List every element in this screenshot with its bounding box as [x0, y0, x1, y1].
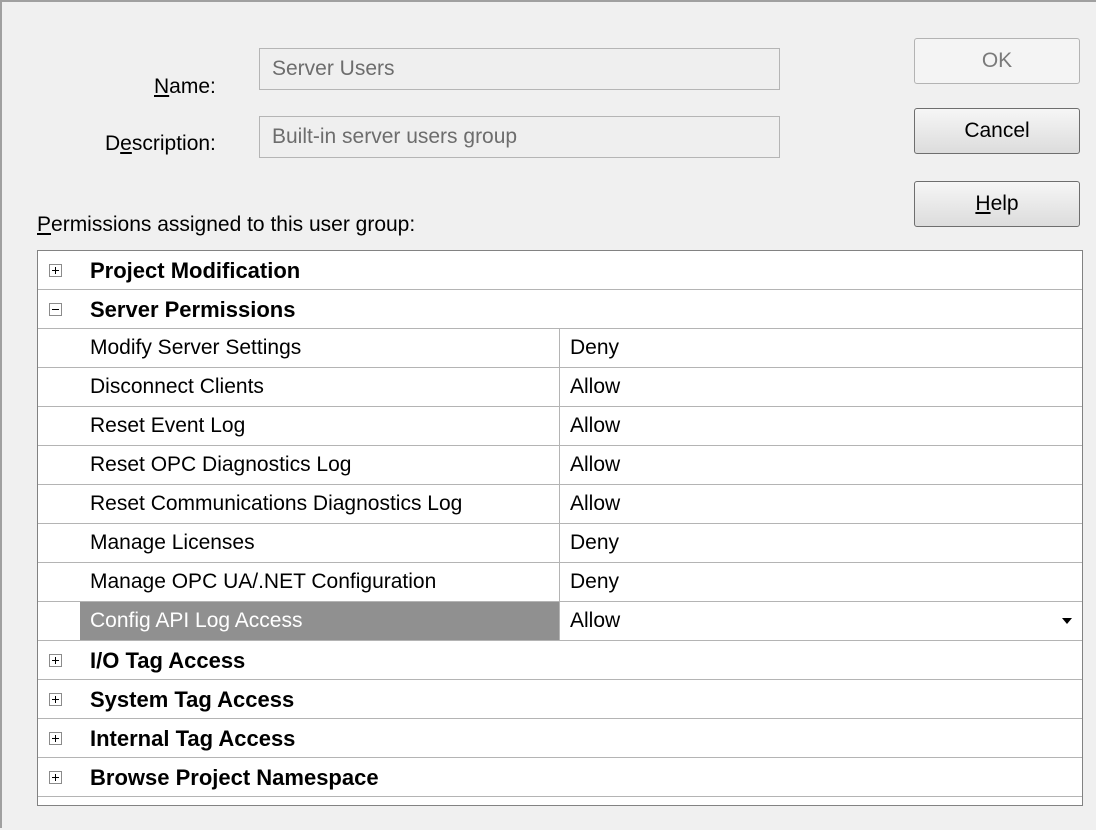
category-label: I/O Tag Access: [90, 648, 246, 673]
row-gutter: [38, 602, 80, 640]
category-row[interactable]: System Tag Access: [38, 680, 1082, 719]
category-row[interactable]: Server Permissions: [38, 290, 1082, 329]
help-button[interactable]: Help: [914, 181, 1080, 227]
row-gutter: [38, 485, 80, 523]
property-value[interactable]: Allow: [560, 368, 1082, 406]
property-row[interactable]: Config API Log Access Allow: [38, 602, 1082, 641]
property-value[interactable]: Deny: [560, 524, 1082, 562]
property-value[interactable]: Allow: [560, 446, 1082, 484]
property-name[interactable]: Modify Server Settings: [80, 329, 560, 367]
property-value[interactable]: Allow: [560, 485, 1082, 523]
description-field[interactable]: Built-in server users group: [259, 116, 780, 158]
row-gutter: [38, 329, 80, 367]
property-row[interactable]: Reset OPC Diagnostics Log Allow: [38, 446, 1082, 485]
category-label: Internal Tag Access: [90, 726, 296, 751]
property-name[interactable]: Config API Log Access: [80, 602, 560, 640]
row-gutter: [38, 446, 80, 484]
category-row[interactable]: Project Modification: [38, 251, 1082, 290]
category-row[interactable]: Internal Tag Access: [38, 719, 1082, 758]
dialog-edge: [1090, 2, 1096, 830]
expand-icon[interactable]: [49, 264, 62, 277]
property-value[interactable]: Deny: [560, 563, 1082, 601]
category-label: System Tag Access: [90, 687, 295, 712]
property-value[interactable]: Deny: [560, 329, 1082, 367]
property-row[interactable]: Reset Event Log Allow: [38, 407, 1082, 446]
category-label: Browse Project Namespace: [90, 765, 379, 790]
collapse-icon[interactable]: [49, 303, 62, 316]
property-row[interactable]: Reset Communications Diagnostics Log Allo…: [38, 485, 1082, 524]
category-row[interactable]: Browse Project Namespace: [38, 758, 1082, 797]
expand-icon[interactable]: [49, 732, 62, 745]
property-value[interactable]: Allow: [560, 602, 1082, 640]
expand-icon[interactable]: [49, 693, 62, 706]
property-row[interactable]: Manage OPC UA/.NET Configuration Deny: [38, 563, 1082, 602]
row-gutter: [38, 407, 80, 445]
property-value[interactable]: Allow: [560, 407, 1082, 445]
permissions-label: Permissions assigned to this user group:: [37, 213, 416, 236]
description-label: Description:: [105, 132, 216, 155]
property-row[interactable]: Manage Licenses Deny: [38, 524, 1082, 563]
row-gutter: [38, 368, 80, 406]
category-row[interactable]: I/O Tag Access: [38, 641, 1082, 680]
permissions-property-grid[interactable]: Project Modification Server Permissions Mo…: [37, 250, 1083, 806]
property-row[interactable]: Disconnect Clients Allow: [38, 368, 1082, 407]
row-gutter: [38, 563, 80, 601]
property-name[interactable]: Reset Event Log: [80, 407, 560, 445]
user-group-properties-dialog: Name: Server Users Description: Built-in…: [0, 0, 1096, 830]
category-label: Server Permissions: [90, 297, 296, 322]
name-label: Name:: [154, 75, 216, 98]
property-name[interactable]: Disconnect Clients: [80, 368, 560, 406]
property-name[interactable]: Manage OPC UA/.NET Configuration: [80, 563, 560, 601]
property-row[interactable]: Modify Server Settings Deny: [38, 329, 1082, 368]
dropdown-arrow-icon[interactable]: [1062, 618, 1072, 624]
name-field[interactable]: Server Users: [259, 48, 780, 90]
property-name[interactable]: Reset OPC Diagnostics Log: [80, 446, 560, 484]
expand-icon[interactable]: [49, 771, 62, 784]
ok-button[interactable]: OK: [914, 38, 1080, 84]
row-gutter: [38, 524, 80, 562]
cancel-button[interactable]: Cancel: [914, 108, 1080, 154]
expand-icon[interactable]: [49, 654, 62, 667]
category-label: Project Modification: [90, 258, 301, 283]
property-name[interactable]: Reset Communications Diagnostics Log: [80, 485, 560, 523]
property-name[interactable]: Manage Licenses: [80, 524, 560, 562]
